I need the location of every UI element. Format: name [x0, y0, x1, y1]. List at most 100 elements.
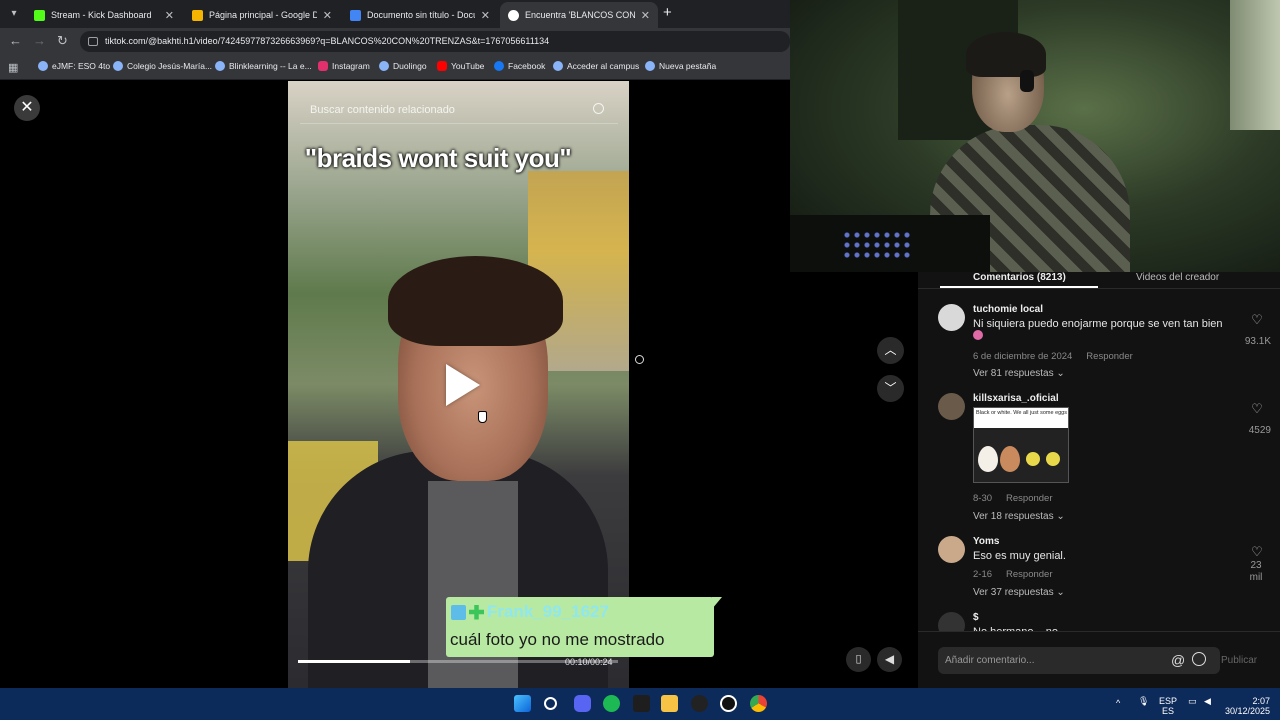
- tiktok-icon: [508, 9, 519, 21]
- white-egg: [978, 446, 998, 472]
- video-caption: "braids wont suit you": [304, 143, 572, 173]
- new-tab-icon[interactable]: +: [663, 4, 672, 21]
- reply-button[interactable]: Responder: [1086, 351, 1132, 362]
- globe-icon: [645, 61, 655, 71]
- bookmark-ejmf[interactable]: eJMF: ESO 4to: [38, 61, 110, 71]
- search-icon[interactable]: [544, 697, 557, 710]
- chevron-up-icon[interactable]: ^: [1116, 698, 1120, 708]
- file-explorer-icon[interactable]: [661, 695, 678, 712]
- related-search-input[interactable]: Buscar contenido relacionado: [300, 96, 618, 124]
- emoji-picker-icon[interactable]: [1192, 652, 1206, 666]
- view-replies-label: Ver 18 respuestas: [973, 511, 1054, 522]
- steam-icon[interactable]: [720, 695, 737, 712]
- apps-grid-icon[interactable]: ▦: [8, 61, 18, 74]
- windows-start-icon[interactable]: [514, 695, 531, 712]
- close-tab-icon[interactable]: ✕: [323, 9, 332, 22]
- tab-google-docs[interactable]: Documento sin título - Documentos ✕: [342, 2, 498, 28]
- comment-username[interactable]: Yoms: [973, 536, 1000, 547]
- spotify-icon[interactable]: [603, 695, 620, 712]
- comment-meta: 8-30 Responder: [973, 493, 1053, 504]
- active-tab-underline: [940, 286, 1098, 288]
- chevron-down-icon[interactable]: ﹀: [877, 375, 904, 402]
- tab-creator-videos[interactable]: Videos del creador: [1136, 272, 1219, 283]
- comment-image[interactable]: Black or white. We all just some eggs: [973, 407, 1069, 483]
- heart-icon[interactable]: ♡: [1251, 313, 1263, 326]
- close-tab-icon[interactable]: ✕: [641, 9, 650, 22]
- bookmark-youtube[interactable]: YouTube: [437, 61, 484, 71]
- tab-tiktok[interactable]: Encuentra 'BLANCOS CON TRENZAS' ✕: [500, 2, 658, 28]
- clock[interactable]: 2:07 30/12/2025: [1224, 696, 1270, 716]
- network-icon[interactable]: ▭: [1188, 696, 1197, 706]
- reload-icon[interactable]: ↻: [57, 33, 68, 49]
- capcut-icon[interactable]: [633, 695, 650, 712]
- comment-text-content: Ni siquiera puedo enojarme porque se ven…: [973, 318, 1223, 330]
- heart-icon[interactable]: ♡: [1251, 545, 1263, 558]
- avatar[interactable]: [938, 536, 965, 563]
- comment-text: Eso es muy genial.: [973, 550, 1066, 562]
- bookmark-duolingo[interactable]: Duolingo: [379, 61, 427, 71]
- view-replies-button[interactable]: Ver 37 respuestas ⌄: [973, 587, 1065, 598]
- obs-icon[interactable]: [691, 695, 708, 712]
- bookmark-colegio[interactable]: Colegio Jesús-María...: [113, 61, 212, 71]
- chrome-icon[interactable]: [750, 695, 767, 712]
- heart-icon[interactable]: ♡: [1251, 402, 1263, 415]
- language-indicator[interactable]: ESP ES: [1158, 696, 1178, 716]
- bookmark-facebook[interactable]: Facebook: [494, 61, 545, 71]
- comment-username[interactable]: $: [973, 612, 979, 623]
- reply-button[interactable]: Responder: [1006, 493, 1052, 504]
- language-bottom: ES: [1161, 706, 1174, 716]
- close-tab-icon[interactable]: ✕: [481, 9, 490, 22]
- floating-player-icon[interactable]: ▯: [846, 647, 871, 672]
- view-replies-label: Ver 81 respuestas: [973, 368, 1054, 379]
- close-tab-icon[interactable]: ✕: [165, 9, 174, 22]
- webcam-curtain: [1230, 0, 1280, 130]
- tab-google-drive[interactable]: Página principal - Google Drive ✕: [184, 2, 340, 28]
- mention-icon[interactable]: @: [1171, 652, 1185, 668]
- site-info-icon[interactable]: [88, 37, 98, 46]
- tab-kick-dashboard[interactable]: Stream - Kick Dashboard ✕: [26, 2, 182, 28]
- publish-button[interactable]: Publicar: [1221, 655, 1257, 666]
- view-replies-button[interactable]: Ver 81 respuestas ⌄: [973, 368, 1065, 379]
- add-comment-placeholder: Añadir comentario...: [945, 655, 1035, 666]
- chat-username-row: Frank_99_1627: [451, 602, 609, 622]
- bookmark-blinklearning[interactable]: Blinklearning -- La e...: [215, 61, 312, 71]
- url-field[interactable]: tiktok.com/@bakhti.h1/video/742459778732…: [80, 31, 790, 52]
- brown-egg: [1000, 446, 1020, 472]
- reply-button[interactable]: Responder: [1006, 569, 1052, 580]
- tab-title: Página principal - Google Drive: [209, 10, 317, 20]
- bookmark-new-tab[interactable]: Nueva pestaña: [645, 61, 716, 71]
- microphone-icon[interactable]: 🎙: [1138, 696, 1149, 706]
- avatar[interactable]: [938, 304, 965, 331]
- comment-username[interactable]: killsxarisa_.oficial: [973, 393, 1059, 404]
- video-person-hair: [388, 256, 563, 346]
- forward-arrow-icon[interactable]: →: [33, 33, 46, 48]
- tab-search-icon[interactable]: ▾: [4, 5, 24, 23]
- google-docs-icon: [350, 9, 361, 21]
- comment-date: 8-30: [973, 493, 993, 504]
- badge-icon: [451, 604, 466, 620]
- avatar[interactable]: [938, 393, 965, 420]
- address-bar-row: ← → ↻ tiktok.com/@bakhti.h1/video/742459…: [0, 28, 790, 55]
- play-icon[interactable]: [446, 364, 480, 406]
- webcam-person-hair: [966, 32, 1046, 77]
- speaker-icon[interactable]: ◀: [1204, 696, 1211, 706]
- kick-icon: [34, 9, 45, 21]
- globe-icon: [379, 61, 389, 71]
- related-search-placeholder: Buscar contenido relacionado: [310, 104, 455, 116]
- back-arrow-icon[interactable]: ←: [9, 33, 22, 48]
- discord-icon[interactable]: [574, 695, 591, 712]
- bookmark-campus[interactable]: Acceder al campus: [553, 61, 639, 71]
- google-drive-icon: [192, 9, 203, 21]
- search-icon[interactable]: [593, 103, 604, 114]
- video-time: 00:10/00:24: [565, 657, 613, 667]
- tab-title: Documento sin título - Documentos: [367, 10, 475, 20]
- comment-username[interactable]: tuchomie local: [973, 304, 1043, 315]
- more-options-icon[interactable]: [635, 355, 644, 364]
- webcam-overlay: [790, 0, 1280, 272]
- tab-comments[interactable]: Comentarios (8213): [973, 272, 1066, 283]
- close-icon[interactable]: ✕: [14, 95, 40, 121]
- chevron-up-icon[interactable]: ︿: [877, 337, 904, 364]
- view-replies-button[interactable]: Ver 18 respuestas ⌄: [973, 511, 1065, 522]
- bookmark-instagram[interactable]: Instagram: [318, 61, 370, 71]
- volume-icon[interactable]: ◀: [877, 647, 902, 672]
